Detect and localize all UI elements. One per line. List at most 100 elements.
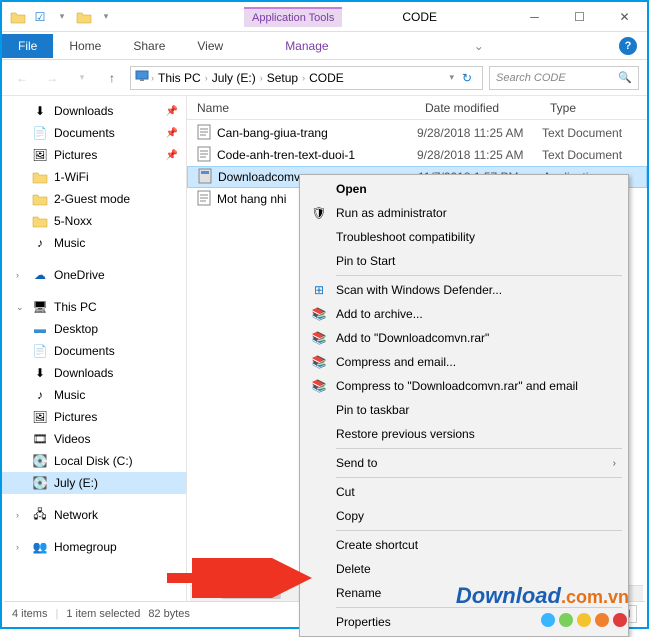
sidebar-item-documents[interactable]: 📄Documents📌: [2, 122, 186, 144]
sidebar-item-music[interactable]: ♪Music: [2, 232, 186, 254]
sidebar-item-network[interactable]: ›🖧Network: [2, 504, 186, 526]
ctx-create-shortcut[interactable]: Create shortcut: [302, 533, 626, 557]
ctx-send-to[interactable]: Send to›: [302, 451, 626, 475]
ctx-label: Add to archive...: [336, 307, 423, 321]
up-button[interactable]: ↑: [100, 66, 124, 90]
chevron-right-icon[interactable]: ›: [205, 73, 208, 83]
status-size: 82 bytes: [148, 608, 190, 620]
breadcrumb-july[interactable]: July (E:): [210, 71, 258, 85]
dot-icon: [559, 613, 573, 627]
chevron-down-icon[interactable]: ⌄: [16, 302, 26, 313]
ctx-label: Troubleshoot compatibility: [336, 230, 475, 244]
home-tab[interactable]: Home: [53, 34, 117, 58]
back-button[interactable]: ←: [10, 66, 34, 90]
sidebar-item-july[interactable]: 💽July (E:): [2, 472, 186, 494]
sidebar-item-documents2[interactable]: 📄 Documents: [2, 340, 186, 362]
column-date[interactable]: Date modified: [417, 101, 542, 115]
ctx-restore[interactable]: Restore previous versions: [302, 422, 626, 446]
documents-icon: 📄: [32, 343, 48, 359]
folder-icon: [32, 169, 48, 185]
file-row[interactable]: Code-anh-tren-text-duoi-1 9/28/2018 11:2…: [187, 144, 647, 166]
ribbon-expand-icon[interactable]: ⌄: [474, 39, 490, 53]
minimize-button[interactable]: ─: [512, 2, 557, 32]
ctx-delete[interactable]: Delete: [302, 557, 626, 581]
sidebar-item-noxx[interactable]: 5-Noxx: [2, 210, 186, 232]
breadcrumb-setup[interactable]: Setup: [265, 71, 300, 85]
qa-overflow-icon[interactable]: ▾: [98, 9, 114, 25]
navigation-pane[interactable]: ⬇Downloads📌 📄Documents📌 🖼Pictures📌 1-WiF…: [2, 96, 187, 606]
sidebar-item-pictures2[interactable]: 🖼Pictures: [2, 406, 186, 428]
dot-icon: [541, 613, 555, 627]
breadcrumb-bar[interactable]: › This PC › July (E:) › Setup › CODE ▾ ↻: [130, 66, 483, 90]
address-dropdown-icon[interactable]: ▾: [449, 72, 454, 83]
watermark-text: Download: [456, 583, 561, 608]
sidebar-item-music2[interactable]: ♪Music: [2, 384, 186, 406]
sidebar-item-guest[interactable]: 2-Guest mode: [2, 188, 186, 210]
onedrive-icon: ☁: [32, 267, 48, 283]
breadcrumb-thispc[interactable]: This PC: [156, 71, 203, 85]
sidebar-item-downloads2[interactable]: ⬇Downloads: [2, 362, 186, 384]
address-bar: ← → ▾ ↑ › This PC › July (E:) › Setup › …: [2, 60, 647, 96]
disk-icon: 💽: [32, 453, 48, 469]
ctx-run-admin[interactable]: 🛡Run as administrator: [302, 201, 626, 225]
forward-button[interactable]: →: [40, 66, 64, 90]
chevron-right-icon[interactable]: ›: [16, 510, 26, 520]
ctx-add-archive[interactable]: 📚Add to archive...: [302, 302, 626, 326]
ctx-label: Copy: [336, 509, 364, 523]
sidebar-item-label: This PC: [54, 300, 97, 314]
desktop-icon: ▬: [32, 321, 48, 337]
ctx-compress-email[interactable]: 📚Compress and email...: [302, 350, 626, 374]
sidebar-item-desktop[interactable]: ▬Desktop: [2, 318, 186, 340]
recent-dropdown-icon[interactable]: ▾: [70, 66, 94, 90]
sidebar-item-downloads[interactable]: ⬇Downloads📌: [2, 100, 186, 122]
ctx-cut[interactable]: Cut: [302, 480, 626, 504]
chevron-right-icon[interactable]: ›: [302, 73, 305, 83]
search-input[interactable]: Search CODE 🔍: [489, 66, 639, 90]
ctx-compress-rar-email[interactable]: 📚Compress to "Downloadcomvn.rar" and ema…: [302, 374, 626, 398]
manage-tab[interactable]: Manage: [269, 34, 344, 58]
close-button[interactable]: ✕: [602, 2, 647, 32]
chevron-right-icon[interactable]: ›: [16, 270, 26, 280]
ctx-troubleshoot[interactable]: Troubleshoot compatibility: [302, 225, 626, 249]
ctx-label: Create shortcut: [336, 538, 418, 552]
refresh-icon[interactable]: ↻: [456, 71, 478, 85]
column-type[interactable]: Type: [542, 101, 647, 115]
sidebar-item-onedrive[interactable]: ›☁OneDrive: [2, 264, 186, 286]
qa-checkbox-icon[interactable]: ☑: [32, 9, 48, 25]
ctx-separator: [336, 477, 622, 478]
sidebar-item-label: Network: [54, 508, 98, 522]
sidebar-item-label: Music: [54, 236, 85, 250]
sidebar-item-wifi[interactable]: 1-WiFi: [2, 166, 186, 188]
videos-icon: 🎞: [32, 431, 48, 447]
share-tab[interactable]: Share: [117, 34, 181, 58]
sidebar-item-localdisk[interactable]: 💽Local Disk (C:): [2, 450, 186, 472]
qa-dropdown-icon[interactable]: ▾: [54, 9, 70, 25]
breadcrumb-code[interactable]: CODE: [307, 71, 346, 85]
watermark-dots: [541, 613, 627, 627]
file-name: Can-bang-giua-trang: [217, 126, 328, 140]
sidebar-item-label: 1-WiFi: [54, 170, 89, 184]
ctx-add-rar[interactable]: 📚Add to "Downloadcomvn.rar": [302, 326, 626, 350]
file-row[interactable]: Can-bang-giua-trang 9/28/2018 11:25 AM T…: [187, 122, 647, 144]
ctx-copy[interactable]: Copy: [302, 504, 626, 528]
maximize-button[interactable]: ☐: [557, 2, 602, 32]
ctx-scan-defender[interactable]: ⊞Scan with Windows Defender...: [302, 278, 626, 302]
file-name: Mot hang nhi: [217, 192, 286, 206]
view-tab[interactable]: View: [181, 34, 239, 58]
column-name[interactable]: Name: [187, 101, 417, 115]
sidebar-item-videos[interactable]: 🎞Videos: [2, 428, 186, 450]
ctx-label: Compress and email...: [336, 355, 456, 369]
sidebar-item-thispc[interactable]: ⌄🖥This PC: [2, 296, 186, 318]
chevron-right-icon[interactable]: ›: [151, 73, 154, 83]
ctx-pin-start[interactable]: Pin to Start: [302, 249, 626, 273]
ctx-label: Add to "Downloadcomvn.rar": [336, 331, 489, 345]
chevron-right-icon[interactable]: ›: [16, 542, 26, 552]
sidebar-item-pictures[interactable]: 🖼Pictures📌: [2, 144, 186, 166]
sidebar-item-homegroup[interactable]: ›👥Homegroup: [2, 536, 186, 558]
help-icon[interactable]: ?: [619, 37, 637, 55]
chevron-right-icon[interactable]: ›: [260, 73, 263, 83]
ctx-pin-taskbar[interactable]: Pin to taskbar: [302, 398, 626, 422]
ctx-open[interactable]: Open: [302, 177, 626, 201]
sidebar-item-label: Documents: [54, 344, 115, 358]
file-tab[interactable]: File: [2, 34, 53, 58]
